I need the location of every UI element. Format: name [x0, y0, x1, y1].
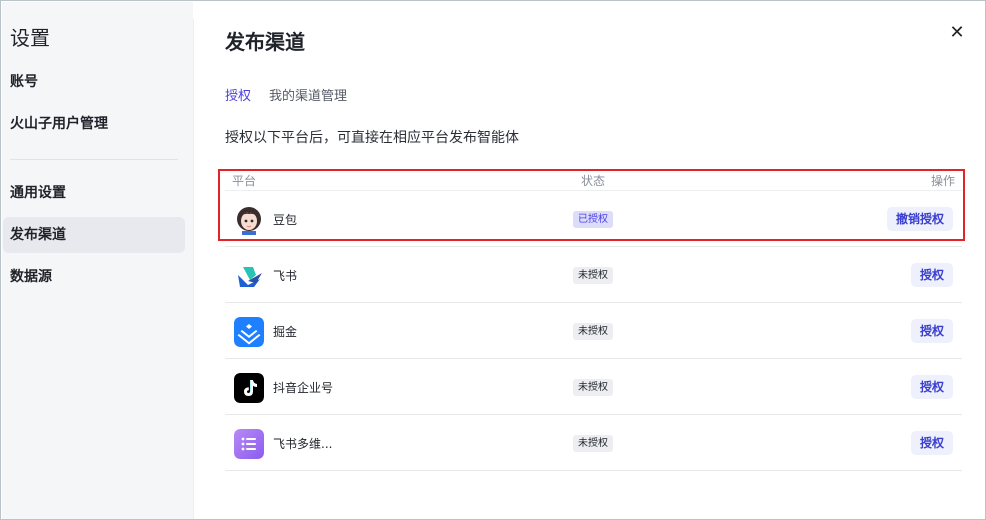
- platform-name: 抖音企业号: [273, 381, 334, 395]
- tab-authorize[interactable]: 授权: [225, 85, 251, 104]
- doubao-avatar-icon: [234, 205, 264, 235]
- juejin-icon: [234, 317, 264, 347]
- sidebar-item-general-settings[interactable]: 通用设置: [3, 175, 185, 211]
- table-row: 飞书多维... 未授权 授权: [225, 415, 962, 471]
- authorize-button[interactable]: 授权: [910, 319, 953, 343]
- column-header-status: 状态: [581, 174, 606, 188]
- platform-name: 豆包: [273, 213, 298, 227]
- platform-name: 飞书: [273, 269, 298, 283]
- table-row: 豆包 已授权 撤销授权: [225, 191, 962, 247]
- authorize-button[interactable]: 授权: [910, 263, 953, 287]
- platform-name: 飞书多维...: [273, 437, 333, 451]
- douyin-icon: [234, 373, 264, 403]
- authorize-button[interactable]: 授权: [910, 431, 953, 455]
- feishu-bitable-icon: [234, 429, 264, 459]
- close-button[interactable]: ✕: [945, 21, 969, 45]
- sidebar: 设置 账号 火山子用户管理 通用设置 发布渠道 数据源: [2, 2, 193, 519]
- platform-name: 掘金: [273, 325, 298, 339]
- close-icon: ✕: [949, 22, 965, 43]
- sidebar-divider: [10, 159, 178, 160]
- sidebar-item-publish-channels[interactable]: 发布渠道: [3, 217, 185, 253]
- sidebar-title: 设置: [10, 26, 50, 50]
- status-badge: 未授权: [573, 267, 613, 284]
- settings-window: 设置 账号 火山子用户管理 通用设置 发布渠道 数据源 发布渠道 ✕ 授权 我的…: [0, 0, 986, 520]
- feishu-icon: [234, 261, 264, 291]
- status-badge: 已授权: [573, 211, 613, 228]
- sidebar-item-account[interactable]: 账号: [3, 64, 185, 100]
- table-row: 抖音企业号 未授权 授权: [225, 359, 962, 415]
- page-title: 发布渠道: [225, 30, 305, 54]
- table-row: 掘金 未授权 授权: [225, 303, 962, 359]
- authorize-button[interactable]: 授权: [910, 375, 953, 399]
- sidebar-item-sub-user-management[interactable]: 火山子用户管理: [3, 106, 185, 142]
- status-badge: 未授权: [573, 323, 613, 340]
- description-text: 授权以下平台后，可直接在相应平台发布智能体: [225, 130, 519, 146]
- status-badge: 未授权: [573, 379, 613, 396]
- status-badge: 未授权: [573, 435, 613, 452]
- table-row: 飞书 未授权 授权: [225, 247, 962, 303]
- sidebar-item-data-sources[interactable]: 数据源: [3, 259, 185, 295]
- vertical-divider: [193, 19, 194, 519]
- column-header-action: 操作: [931, 174, 956, 188]
- revoke-authorization-button[interactable]: 撤销授权: [886, 207, 953, 231]
- column-header-platform: 平台: [232, 174, 257, 188]
- tab-my-channel-management[interactable]: 我的渠道管理: [269, 85, 347, 104]
